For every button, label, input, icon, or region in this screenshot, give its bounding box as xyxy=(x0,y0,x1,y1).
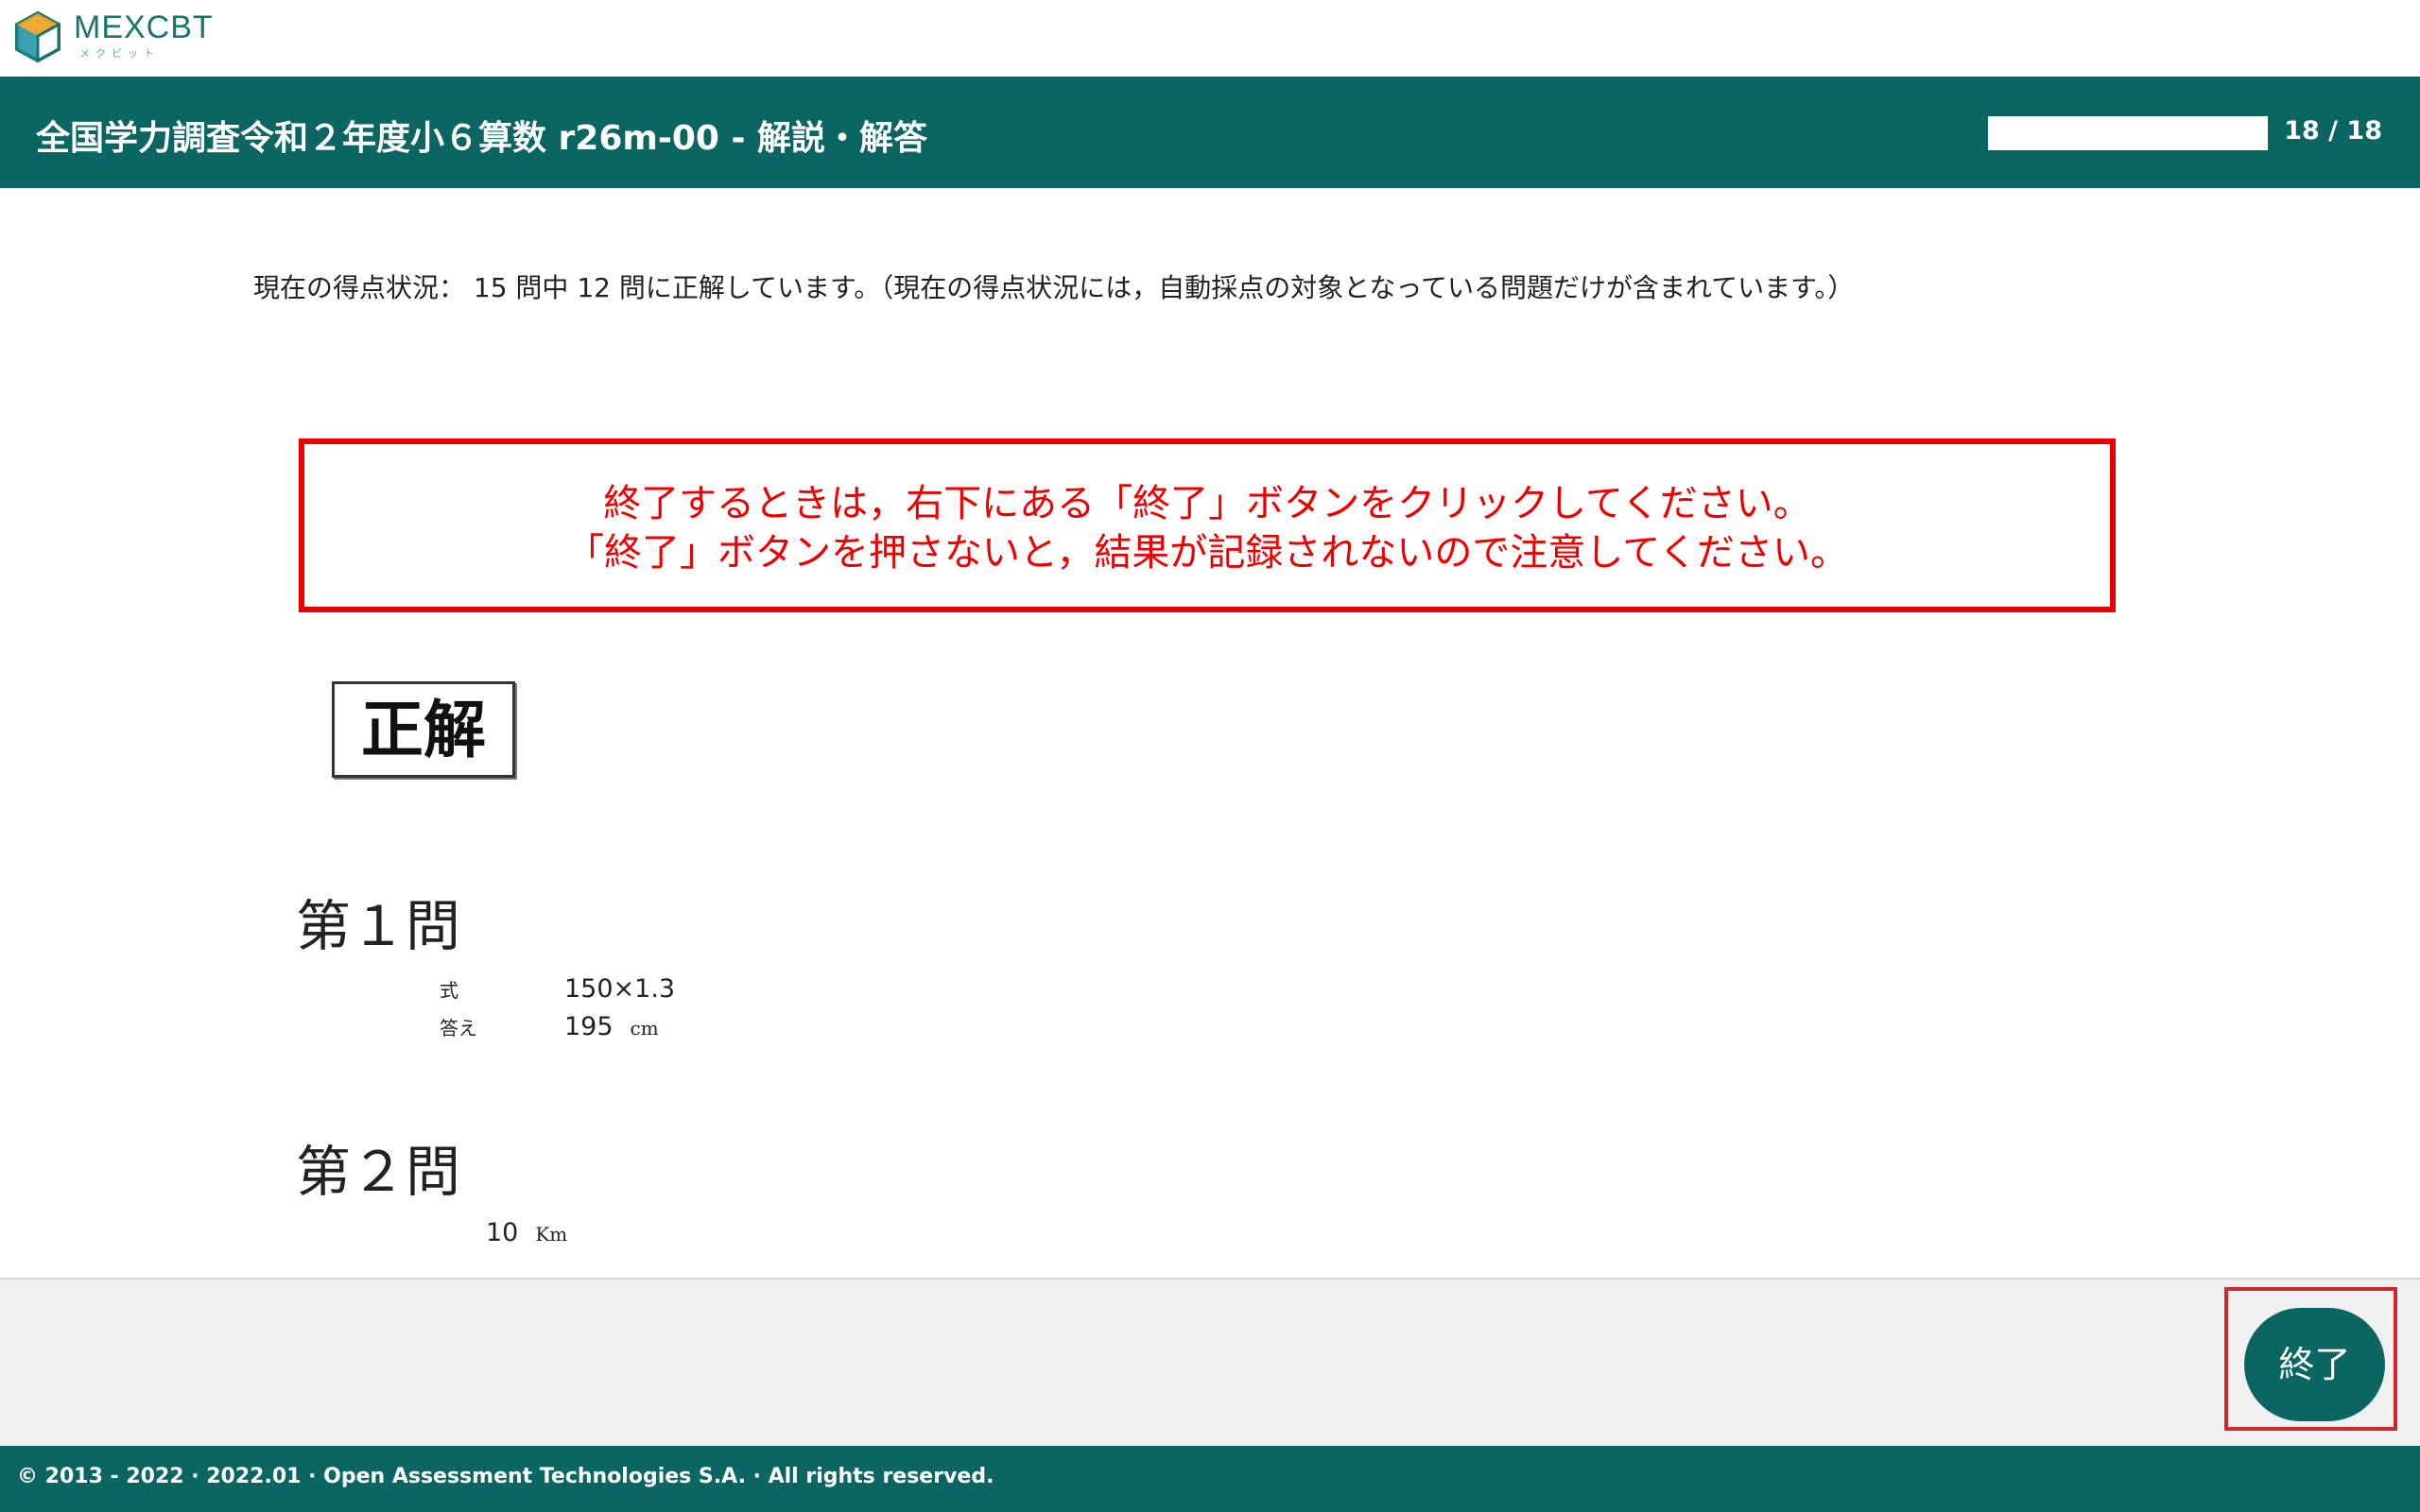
end-notice-box: 終了するときは，右下にある「終了」ボタンをクリックしてください。 「終了」ボタン… xyxy=(299,438,2116,612)
answer-unit: cm xyxy=(630,1017,659,1040)
answer-unit: Km xyxy=(535,1223,568,1246)
copyright-text: © 2013 - 2022 · 2022.01 · Open Assessmen… xyxy=(17,1465,994,1488)
question-1-formula-row: 式 150×1.3 xyxy=(440,974,675,1004)
answer-value: 195 xyxy=(564,1012,614,1041)
result-badge: 正解 xyxy=(332,681,515,778)
end-button-highlight: 終了 xyxy=(2224,1287,2397,1431)
question-2-answer-row: 10 Km xyxy=(486,1218,567,1247)
brand-name: MEXCBT xyxy=(74,9,214,45)
progress-fill xyxy=(1988,116,2268,150)
content-area[interactable]: 現在の得点状況： 15 問中 12 問に正解しています。（現在の得点状況には，自… xyxy=(0,188,2420,1278)
formula-label: 式 xyxy=(440,979,458,1002)
question-1-answer-row: 答え 195 cm xyxy=(440,1012,659,1041)
answer-label: 答え xyxy=(440,1017,477,1040)
footer: © 2013 - 2022 · 2022.01 · Open Assessmen… xyxy=(0,1446,2420,1512)
score-status: 現在の得点状況： 15 問中 12 問に正解しています。（現在の得点状況には，自… xyxy=(253,272,1855,303)
question-1-title: 第１問 xyxy=(296,894,461,958)
notice-line-2: 「終了」ボタンを押さないと，結果が記録されないので注意してください。 xyxy=(566,531,1848,575)
progress-bar xyxy=(1988,116,2268,150)
formula-value: 150×1.3 xyxy=(564,974,676,1004)
question-2-title: 第２問 xyxy=(296,1140,461,1204)
mexcbt-logo-icon xyxy=(15,10,60,63)
end-button[interactable]: 終了 xyxy=(2244,1308,2385,1421)
action-bar: 終了 xyxy=(0,1278,2420,1446)
page-title: 全国学力調査令和２年度小６算数 r26m-00 - 解説・解答 xyxy=(36,119,927,158)
page-counter: 18 / 18 xyxy=(2284,116,2382,146)
notice-line-1: 終了するときは，右下にある「終了」ボタンをクリックしてください。 xyxy=(603,482,1811,525)
title-bar: 全国学力調査令和２年度小６算数 r26m-00 - 解説・解答 18 / 18 xyxy=(0,77,2420,188)
answer-value: 10 xyxy=(486,1218,519,1247)
brand-bar: MEXCBT メクビット xyxy=(0,0,2420,77)
brand-subtitle: メクビット xyxy=(79,47,160,60)
